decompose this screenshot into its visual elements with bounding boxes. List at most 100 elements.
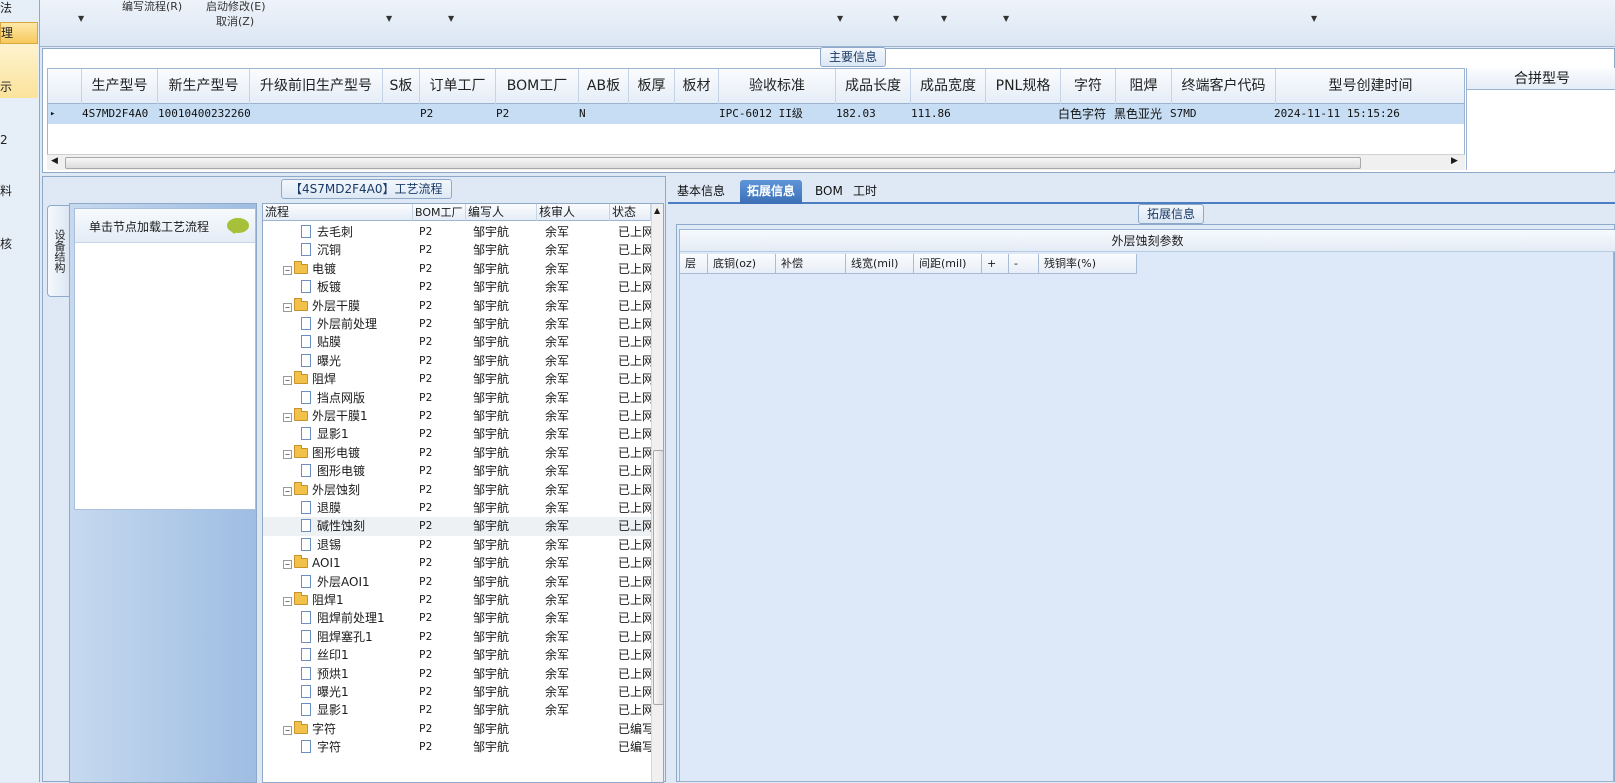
col-header[interactable]: 状态 xyxy=(610,204,651,221)
cell-acceptance[interactable]: IPC-6012 II级 xyxy=(717,104,803,124)
col-header[interactable]: 线宽(mil) xyxy=(846,254,914,274)
grid-corner[interactable] xyxy=(48,69,82,104)
col-header[interactable]: 层 xyxy=(680,254,708,274)
left-nav-item[interactable]: 料 xyxy=(0,183,38,199)
tree-row[interactable]: 预烘1 P2 邹宇航 余军 已上网 xyxy=(263,665,651,683)
left-nav-item-selected[interactable]: 理 xyxy=(0,22,38,44)
left-nav-item[interactable]: 示 xyxy=(0,44,38,98)
col-header[interactable]: 生产型号 xyxy=(82,69,158,104)
equipment-structure-tab[interactable]: 设备结构 xyxy=(47,205,69,297)
tree-row[interactable]: 阻焊塞孔1 P2 邹宇航 余军 已上网 xyxy=(263,628,651,646)
tree-row[interactable]: 曝光1 P2 邹宇航 余军 已上网 xyxy=(263,683,651,701)
dropdown-arrow-icon[interactable]: ▼ xyxy=(78,14,84,23)
scroll-up-icon[interactable]: ▲ xyxy=(654,206,660,215)
tree-row[interactable]: − 外层干膜 P2 邹宇航 余军 已上网 xyxy=(263,297,651,315)
col-header[interactable]: 合拼型号 xyxy=(1467,68,1615,90)
tree-row[interactable]: 显影1 P2 邹宇航 余军 已上网 xyxy=(263,425,651,443)
dropdown-arrow-icon[interactable]: ▼ xyxy=(448,14,454,23)
tree-row[interactable]: − 外层干膜1 P2 邹宇航 余军 已上网 xyxy=(263,407,651,425)
speech-bubble-icon[interactable] xyxy=(227,218,249,234)
tree-row[interactable]: − 电镀 P2 邹宇航 余军 已上网 xyxy=(263,260,651,278)
col-header[interactable]: 间距(mil) xyxy=(914,254,982,274)
tree-row[interactable]: 去毛刺 P2 邹宇航 余军 已上网 xyxy=(263,223,651,241)
scroll-thumb[interactable] xyxy=(653,450,663,705)
tree-row[interactable]: 外层AOI1 P2 邹宇航 余军 已上网 xyxy=(263,573,651,591)
dropdown-arrow-icon[interactable]: ▼ xyxy=(386,14,392,23)
tree-row[interactable]: 沉铜 P2 邹宇航 余军 已上网 xyxy=(263,241,651,259)
table-row[interactable]: ▸ 4S7MD2F4A0 10010400232260 P2 P2 N IPC-… xyxy=(48,104,1464,124)
col-header[interactable]: 升级前旧生产型号 xyxy=(250,69,383,104)
tree-row[interactable]: 外层前处理 P2 邹宇航 余军 已上网 xyxy=(263,315,651,333)
cell-ab-board[interactable]: N xyxy=(577,104,586,124)
dropdown-arrow-icon[interactable]: ▼ xyxy=(1311,14,1317,23)
tree-row[interactable]: 字符 P2 邹宇航 已编写 xyxy=(263,738,651,756)
tree-row[interactable]: 曝光 P2 邹宇航 余军 已上网 xyxy=(263,352,651,370)
tree-row[interactable]: − AOI1 P2 邹宇航 余军 已上网 xyxy=(263,554,651,572)
col-header[interactable]: 流程 xyxy=(263,204,413,221)
col-header[interactable]: + xyxy=(982,254,1009,274)
tree-row[interactable]: 退锡 P2 邹宇航 余军 已上网 xyxy=(263,536,651,554)
cell-customer-code[interactable]: S7MD xyxy=(1168,104,1197,124)
cell-solder-mask[interactable]: 黑色亚光 xyxy=(1112,104,1162,124)
cell-new-model[interactable]: 10010400232260 xyxy=(156,104,251,124)
tree-row[interactable]: 显影1 P2 邹宇航 余军 已上网 xyxy=(263,701,651,719)
col-header[interactable]: BOM工厂 xyxy=(496,69,579,104)
collapse-icon[interactable]: − xyxy=(283,449,292,459)
tree-row[interactable]: − 阻焊 P2 邹宇航 余军 已上网 xyxy=(263,370,651,388)
tree-row[interactable]: − 外层蚀刻 P2 邹宇航 余军 已上网 xyxy=(263,481,651,499)
collapse-icon[interactable]: − xyxy=(283,725,292,735)
cell-order-factory[interactable]: P2 xyxy=(418,104,433,124)
collapse-icon[interactable]: − xyxy=(283,302,292,312)
tab-bom[interactable]: BOM xyxy=(808,180,850,204)
tree-row[interactable]: − 阻焊1 P2 邹宇航 余军 已上网 xyxy=(263,591,651,609)
cell-char[interactable]: 白色字符 xyxy=(1056,104,1106,124)
left-nav-item[interactable]: 2 xyxy=(0,132,38,148)
tree-row[interactable]: 退膜 P2 邹宇航 余军 已上网 xyxy=(263,499,651,517)
col-header[interactable]: 底铜(oz) xyxy=(708,254,776,274)
tree-row[interactable]: 板镀 P2 邹宇航 余军 已上网 xyxy=(263,278,651,296)
horizontal-scrollbar[interactable]: ◀ ▶ xyxy=(47,154,1465,170)
collapse-icon[interactable]: − xyxy=(283,560,292,570)
edit-flow-button[interactable]: 编写流程(R) xyxy=(122,0,182,14)
col-header[interactable]: 验收标准 xyxy=(719,69,836,104)
col-header[interactable]: 板材 xyxy=(675,69,719,104)
tab-extended-info[interactable]: 拓展信息 xyxy=(740,180,803,204)
tree-row[interactable]: 图形电镀 P2 邹宇航 余军 已上网 xyxy=(263,462,651,480)
collapse-icon[interactable]: − xyxy=(283,376,292,386)
col-header[interactable]: PNL规格 xyxy=(986,69,1061,104)
vertical-scrollbar[interactable]: ▲ xyxy=(651,204,663,782)
col-header[interactable]: - xyxy=(1009,254,1039,274)
col-header[interactable]: 板厚 xyxy=(629,69,675,104)
col-header[interactable]: AB板 xyxy=(579,69,629,104)
tree-row[interactable]: − 字符 P2 邹宇航 已编写 xyxy=(263,720,651,738)
col-header[interactable]: 终端客户代码 xyxy=(1172,69,1276,104)
tab-work-hours[interactable]: 工时 xyxy=(846,180,884,204)
dropdown-arrow-icon[interactable]: ▼ xyxy=(893,14,899,23)
col-header[interactable]: S板 xyxy=(383,69,420,104)
scroll-left-icon[interactable]: ◀ xyxy=(51,156,58,166)
cancel-button[interactable]: 取消(Z) xyxy=(216,13,254,29)
tree-row[interactable]: 阻焊前处理1 P2 邹宇航 余军 已上网 xyxy=(263,609,651,627)
col-header[interactable]: 核审人 xyxy=(537,204,610,221)
tab-basic-info[interactable]: 基本信息 xyxy=(670,180,732,204)
tree-row[interactable]: 贴膜 P2 邹宇航 余军 已上网 xyxy=(263,333,651,351)
tree-row[interactable]: 丝印1 P2 邹宇航 余军 已上网 xyxy=(263,646,651,664)
cell-created-time[interactable]: 2024-11-11 15:15:26 xyxy=(1272,104,1400,124)
col-header[interactable]: 型号创建时间 xyxy=(1276,69,1464,104)
scroll-right-icon[interactable]: ▶ xyxy=(1451,156,1458,166)
collapse-icon[interactable]: − xyxy=(283,265,292,275)
dropdown-arrow-icon[interactable]: ▼ xyxy=(941,14,947,23)
collapse-icon[interactable]: − xyxy=(283,486,292,496)
scroll-thumb[interactable] xyxy=(65,157,1361,169)
cell-width[interactable]: 111.86 xyxy=(909,104,951,124)
cell-length[interactable]: 182.03 xyxy=(834,104,876,124)
col-header[interactable]: 订单工厂 xyxy=(420,69,496,104)
col-header[interactable]: 残铜率(%) xyxy=(1039,254,1137,274)
tree-row[interactable]: − 图形电镀 P2 邹宇航 余军 已上网 xyxy=(263,444,651,462)
col-header[interactable]: 阻焊 xyxy=(1116,69,1172,104)
col-header[interactable]: BOM工厂 xyxy=(413,204,466,221)
tree-row[interactable]: 挡点网版 P2 邹宇航 余军 已上网 xyxy=(263,389,651,407)
collapse-icon[interactable]: − xyxy=(283,597,292,606)
start-modify-button[interactable]: 启动修改(E) xyxy=(206,0,266,14)
col-header[interactable]: 补偿 xyxy=(776,254,846,274)
